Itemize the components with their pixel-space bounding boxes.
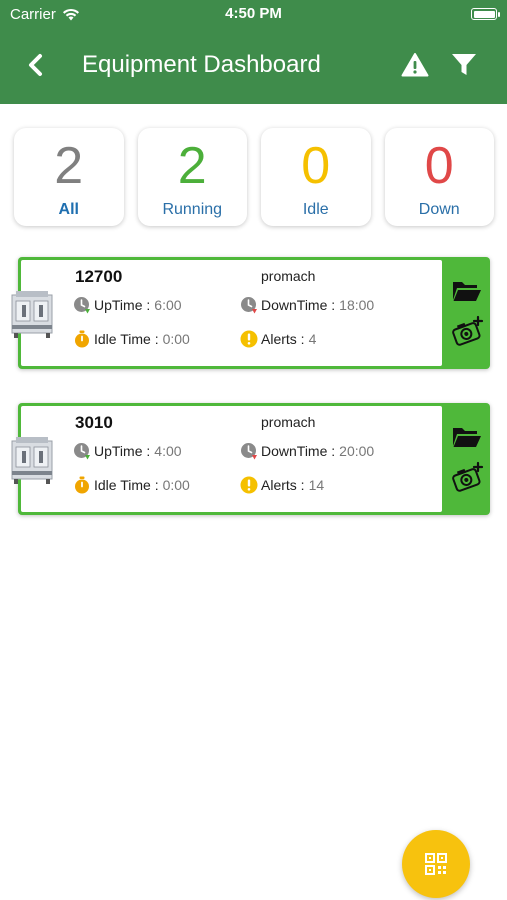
equipment-id: 12700	[75, 267, 123, 286]
downtime-value: 18:00	[339, 297, 375, 313]
downtime-label: DownTime :	[261, 297, 336, 313]
stopwatch-icon	[75, 476, 89, 494]
downtime-metric: DownTime : 18:00	[240, 296, 374, 314]
exclamation-circle-icon	[240, 476, 258, 494]
scan-qr-button[interactable]	[402, 830, 470, 898]
summary-label-all: All	[58, 201, 79, 218]
machine-image	[11, 437, 53, 484]
uptime-label: UpTime :	[94, 297, 151, 313]
camera-add-icon[interactable]	[452, 315, 484, 347]
idle-time-metric: Idle Time : 0:00	[73, 476, 190, 494]
clock-time: 4:50 PM	[225, 5, 282, 22]
clock-icon	[74, 443, 90, 460]
idle-time-value: 0:00	[162, 331, 190, 347]
equipment-card[interactable]: 12700 promach UpTime : 6:00 DownTime : 1…	[11, 257, 490, 369]
folder-open-icon[interactable]	[452, 279, 482, 303]
status-bar: Carrier 4:50 PM	[0, 0, 507, 28]
summary-card-all[interactable]: 2 All	[14, 128, 124, 226]
equipment-brand: promach	[261, 268, 316, 284]
idle-time-value: 0:00	[162, 477, 190, 493]
idle-time-label: Idle Time :	[94, 477, 159, 493]
equipment-card-body[interactable]: 3010 promach UpTime : 4:00 DownTime : 20…	[21, 406, 442, 512]
page-title: Equipment Dashboard	[82, 51, 321, 78]
clock-icon	[74, 297, 90, 314]
filter-icon	[452, 54, 476, 75]
status-summary: 2 All 2 Running 0 Idle 0 Down	[14, 128, 494, 226]
alerts-value: 14	[308, 477, 325, 493]
folder-open-icon[interactable]	[452, 425, 482, 449]
back-chevron-icon	[29, 54, 42, 76]
battery-icon	[471, 8, 500, 20]
summary-count-idle: 0	[301, 137, 331, 195]
machine-image	[11, 291, 53, 338]
summary-count-all: 2	[54, 137, 84, 195]
clock-icon	[241, 297, 257, 314]
uptime-value: 4:00	[154, 443, 182, 459]
filter-button[interactable]	[450, 52, 478, 78]
equipment-brand: promach	[261, 414, 316, 430]
uptime-label: UpTime :	[94, 443, 151, 459]
summary-count-down: 0	[424, 137, 454, 195]
alerts-metric: Alerts : 14	[240, 476, 324, 494]
uptime-value: 6:00	[154, 297, 182, 313]
summary-count-running: 2	[177, 137, 207, 195]
qr-code-icon	[425, 853, 447, 875]
equipment-id: 3010	[75, 413, 113, 432]
alerts-label: Alerts :	[261, 331, 305, 347]
summary-card-running[interactable]: 2 Running	[137, 128, 247, 226]
alerts-value: 4	[308, 331, 317, 347]
uptime-metric: UpTime : 4:00	[73, 442, 182, 460]
nav-bar: Equipment Dashboard	[0, 28, 507, 104]
alerts-metric: Alerts : 4	[240, 330, 316, 348]
downtime-metric: DownTime : 20:00	[240, 442, 374, 460]
idle-time-label: Idle Time :	[94, 331, 159, 347]
summary-card-down[interactable]: 0 Down	[384, 128, 494, 226]
summary-card-idle[interactable]: 0 Idle	[261, 128, 371, 226]
alerts-label: Alerts :	[261, 477, 305, 493]
summary-label-running: Running	[162, 201, 223, 218]
uptime-metric: UpTime : 6:00	[73, 296, 182, 314]
summary-label-idle: Idle	[302, 201, 329, 218]
clock-icon	[241, 443, 257, 460]
idle-time-metric: Idle Time : 0:00	[73, 330, 190, 348]
downtime-value: 20:00	[339, 443, 375, 459]
stopwatch-icon	[75, 330, 89, 348]
downtime-label: DownTime :	[261, 443, 336, 459]
back-button[interactable]	[22, 50, 48, 80]
alert-triangle-icon	[401, 53, 429, 77]
equipment-card-body[interactable]: 12700 promach UpTime : 6:00 DownTime : 1…	[21, 260, 442, 366]
equipment-card[interactable]: 3010 promach UpTime : 4:00 DownTime : 20…	[11, 403, 490, 515]
exclamation-circle-icon	[240, 330, 258, 348]
camera-add-icon[interactable]	[452, 461, 484, 493]
alerts-button[interactable]	[401, 52, 429, 78]
summary-label-down: Down	[418, 201, 460, 218]
